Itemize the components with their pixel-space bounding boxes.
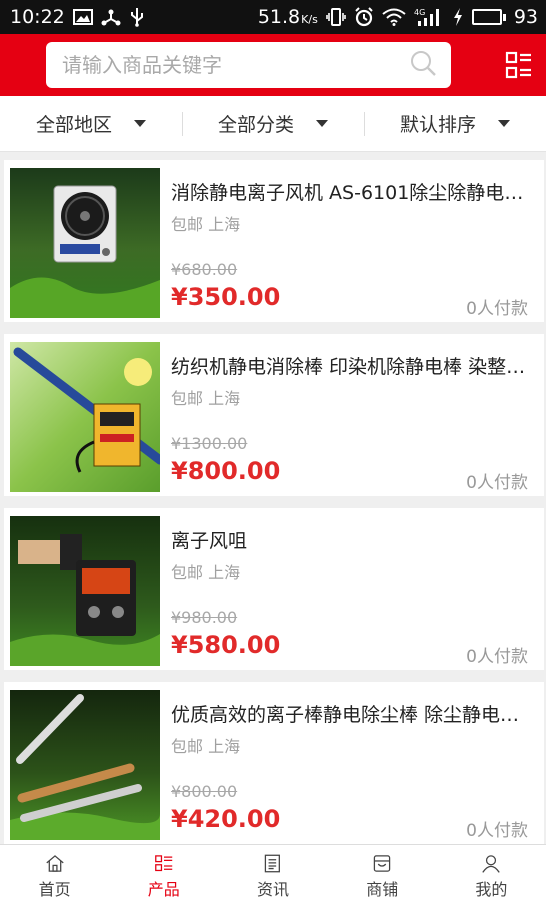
filter-category[interactable]: 全部分类 bbox=[182, 96, 364, 151]
product-image[interactable] bbox=[10, 516, 160, 666]
product-image[interactable] bbox=[10, 690, 160, 840]
filter-region-label: 全部地区 bbox=[35, 114, 112, 136]
app-header bbox=[0, 34, 546, 96]
product-shipping: 包邮 上海 bbox=[171, 737, 241, 756]
tab-news-label: 资讯 bbox=[257, 880, 290, 899]
caret-down-icon bbox=[316, 120, 328, 127]
product-price: ¥580.00 bbox=[171, 631, 281, 659]
vibrate-icon bbox=[326, 8, 346, 26]
home-icon bbox=[45, 855, 64, 872]
tab-products[interactable]: 产品 bbox=[109, 845, 218, 900]
tab-profile-label: 我的 bbox=[475, 880, 508, 899]
product-old-price: ¥1300.00 bbox=[171, 434, 248, 453]
product-sold-count: 0人付款 bbox=[466, 299, 528, 319]
category-menu-icon bbox=[505, 51, 531, 79]
caret-down-icon bbox=[134, 120, 146, 127]
user-icon bbox=[482, 855, 501, 873]
product-shipping: 包邮 上海 bbox=[171, 563, 241, 582]
product-shipping: 包邮 上海 bbox=[171, 389, 241, 408]
product-sold-count: 0人付款 bbox=[466, 821, 528, 841]
category-menu-button[interactable] bbox=[502, 48, 536, 82]
shop-icon bbox=[373, 855, 391, 872]
tab-shop-label: 商铺 bbox=[366, 880, 399, 899]
product-image[interactable] bbox=[10, 168, 160, 318]
news-icon bbox=[264, 854, 280, 873]
product-title[interactable]: 离子风咀 bbox=[171, 526, 526, 553]
tab-home-label: 首页 bbox=[38, 880, 71, 899]
wifi-icon bbox=[382, 8, 406, 26]
filter-region[interactable]: 全部地区 bbox=[0, 96, 182, 151]
filter-category-label: 全部分类 bbox=[217, 114, 294, 136]
product-image[interactable] bbox=[10, 342, 160, 492]
net-unit: K/s bbox=[301, 13, 318, 26]
product-sold-count: 0人付款 bbox=[466, 473, 528, 493]
search-input[interactable] bbox=[62, 53, 409, 77]
caret-down-icon bbox=[498, 120, 510, 127]
net-speed: 51.8 bbox=[257, 6, 301, 28]
signal-label: 4G bbox=[414, 8, 425, 17]
status-bar: 10:22 51.8K/s 4G 93 bbox=[0, 0, 546, 34]
filter-sort[interactable]: 默认排序 bbox=[364, 96, 546, 151]
share-icon bbox=[101, 8, 121, 26]
product-sold-count: 0人付款 bbox=[466, 647, 528, 667]
product-card[interactable]: 优质高效的离子棒静电除尘棒 除尘静电消除器 包邮 上海 ¥800.00 ¥420… bbox=[4, 682, 544, 844]
product-title[interactable]: 优质高效的离子棒静电除尘棒 除尘静电消除器 bbox=[171, 700, 526, 727]
search-box[interactable] bbox=[46, 42, 451, 88]
product-price: ¥800.00 bbox=[171, 457, 281, 485]
charging-icon bbox=[452, 7, 464, 27]
filter-bar: 全部地区 全部分类 默认排序 bbox=[0, 96, 546, 152]
product-price: ¥420.00 bbox=[171, 805, 281, 833]
product-old-price: ¥800.00 bbox=[171, 782, 238, 801]
list-icon bbox=[154, 855, 173, 872]
alarm-icon bbox=[354, 7, 374, 27]
product-card[interactable]: 消除静电离子风机 AS-6101除尘除静电离子风扇 包邮 上海 ¥680.00 … bbox=[4, 160, 544, 322]
tab-home[interactable]: 首页 bbox=[0, 845, 109, 900]
product-card[interactable]: 纺织机静电消除棒 印染机除静电棒 染整设备静电消除器 包邮 上海 ¥1300.0… bbox=[4, 334, 544, 496]
product-title[interactable]: 消除静电离子风机 AS-6101除尘除静电离子风扇 bbox=[171, 178, 526, 205]
tab-profile[interactable]: 我的 bbox=[437, 845, 546, 900]
usb-icon bbox=[129, 7, 145, 27]
search-icon[interactable] bbox=[409, 49, 437, 81]
tab-products-label: 产品 bbox=[147, 880, 180, 899]
filter-sort-label: 默认排序 bbox=[399, 114, 476, 136]
product-price: ¥350.00 bbox=[171, 283, 281, 311]
battery-percent: 93 bbox=[513, 6, 538, 28]
product-old-price: ¥680.00 bbox=[171, 260, 238, 279]
signal-icon: 4G bbox=[414, 7, 444, 27]
product-card[interactable]: 离子风咀 包邮 上海 ¥980.00 ¥580.00 0人付款 bbox=[4, 508, 544, 670]
product-shipping: 包邮 上海 bbox=[171, 215, 241, 234]
bottom-tab-bar: 首页 产品 资讯 商铺 我的 bbox=[0, 844, 546, 900]
tab-news[interactable]: 资讯 bbox=[218, 845, 327, 900]
battery-icon bbox=[471, 9, 506, 25]
tab-shop[interactable]: 商铺 bbox=[328, 845, 437, 900]
product-old-price: ¥980.00 bbox=[171, 608, 238, 627]
clock: 10:22 bbox=[10, 6, 65, 28]
image-icon bbox=[72, 9, 93, 25]
product-title[interactable]: 纺织机静电消除棒 印染机除静电棒 染整设备静电消除器 bbox=[171, 352, 526, 379]
product-list: 消除静电离子风机 AS-6101除尘除静电离子风扇 包邮 上海 ¥680.00 … bbox=[4, 160, 544, 856]
